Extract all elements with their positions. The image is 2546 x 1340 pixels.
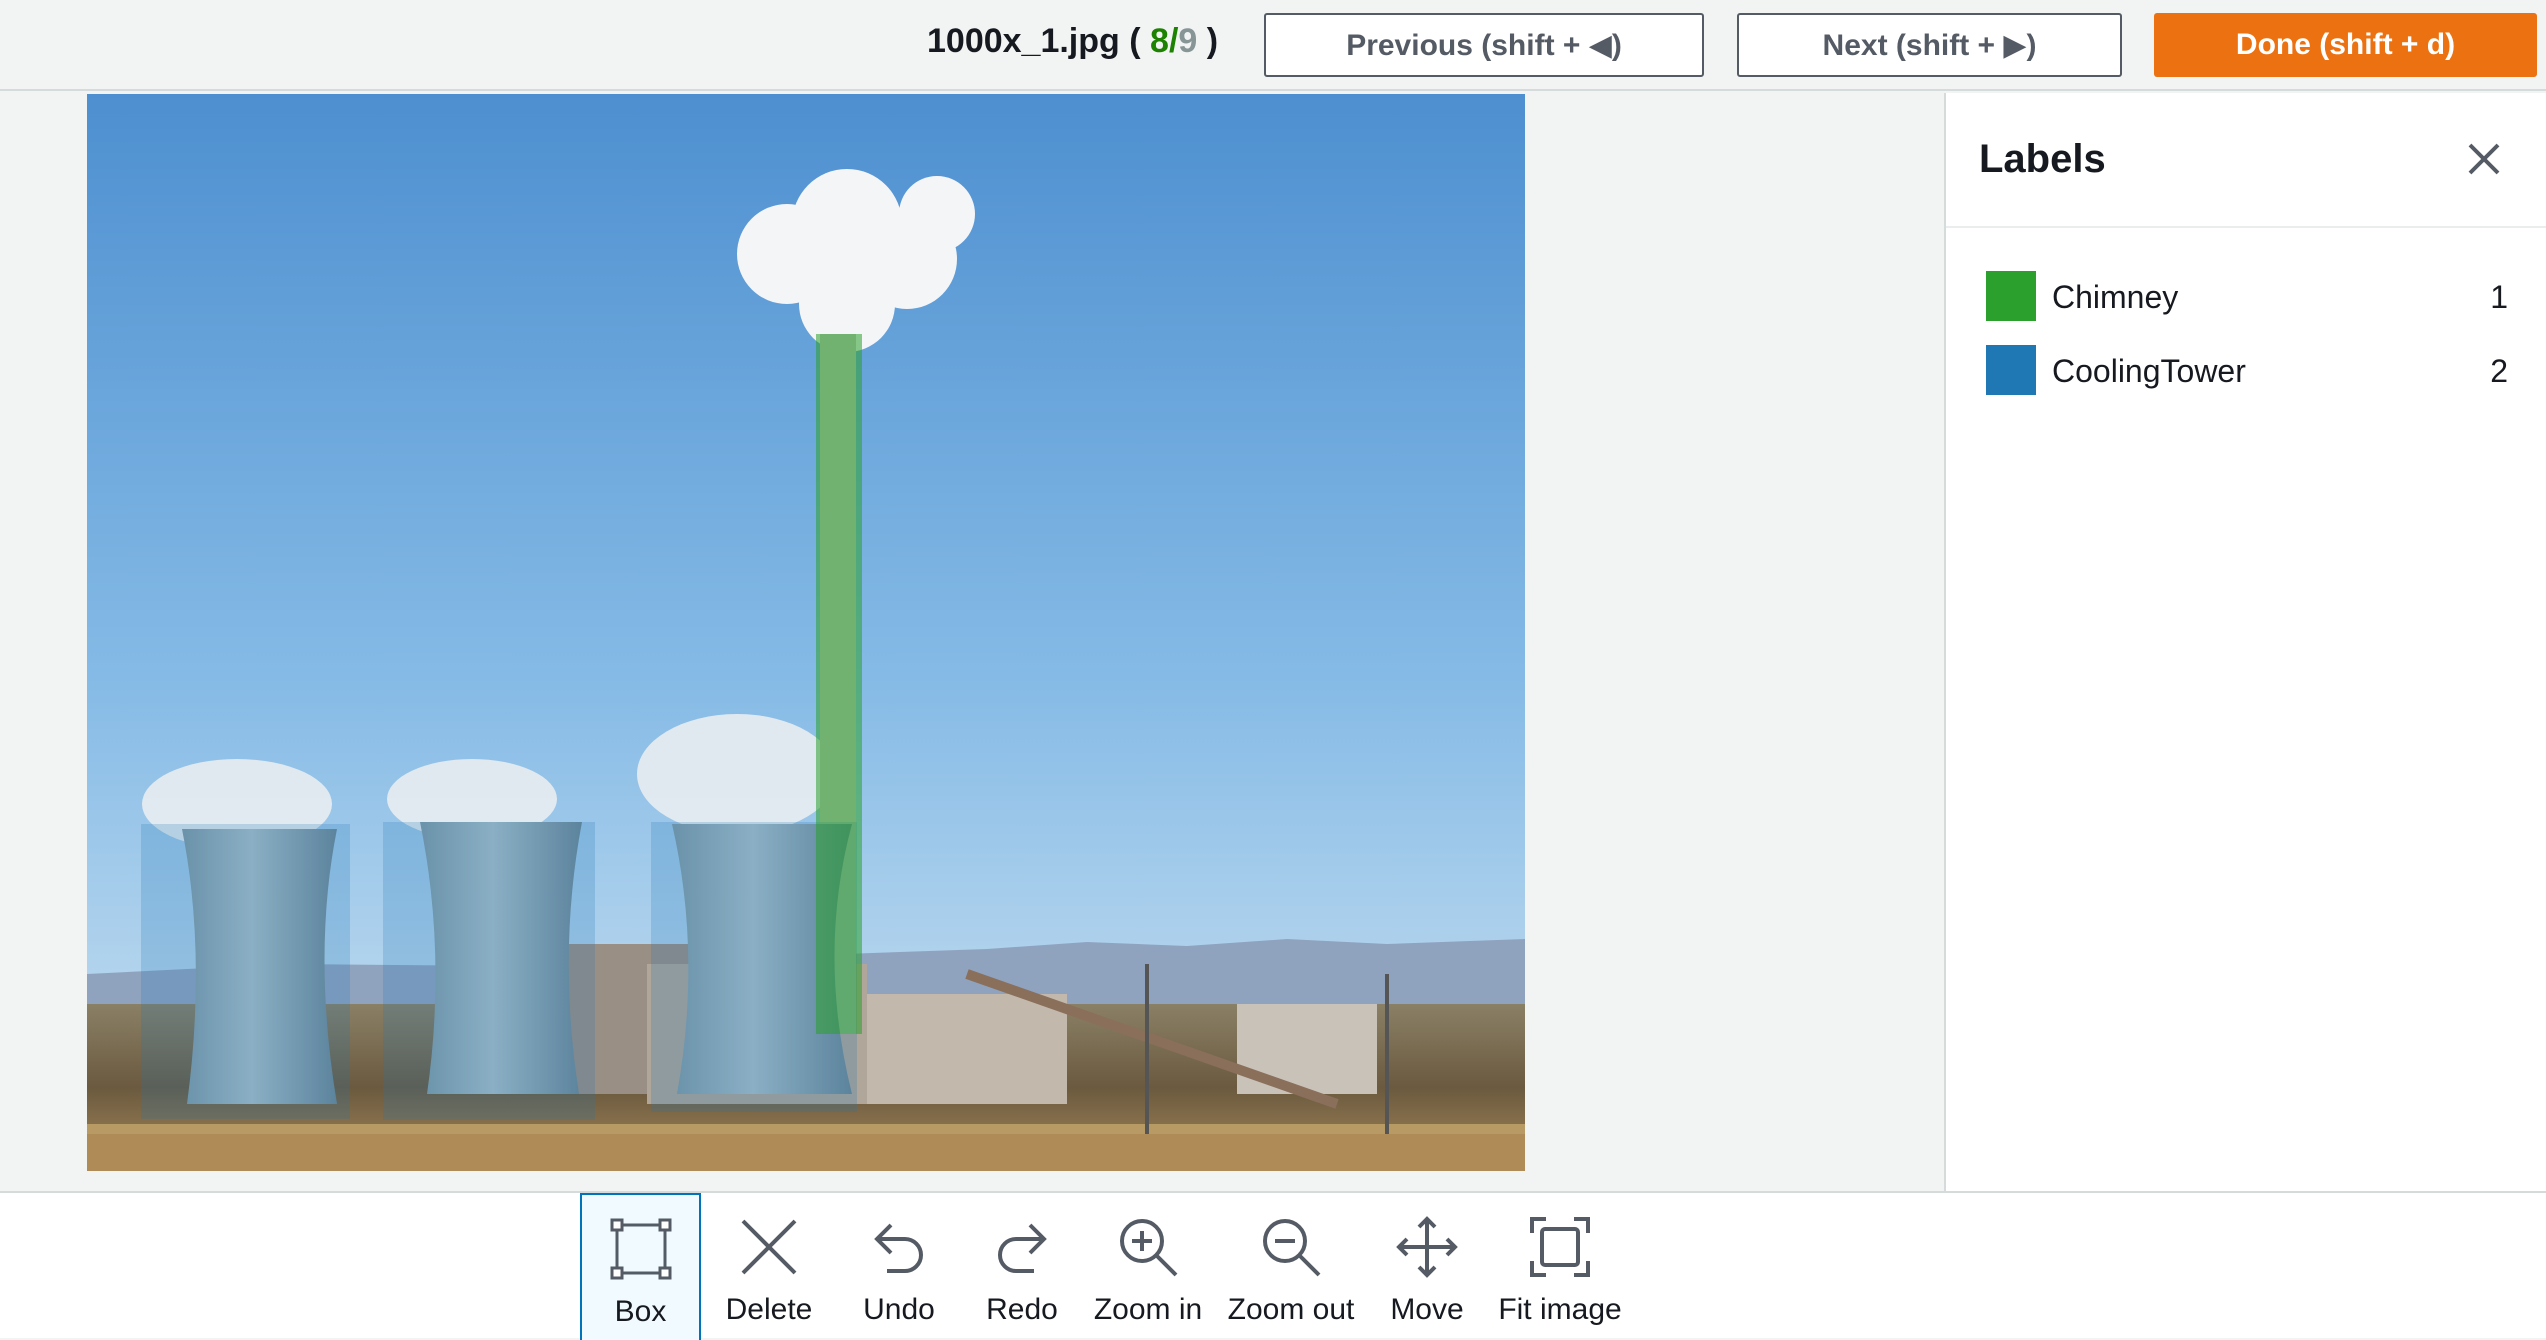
zoom-in-icon [1120, 1219, 1178, 1277]
paren-close: ) [1206, 22, 1219, 60]
fit-image-icon [1530, 1217, 1590, 1277]
current-index: 8 [1150, 22, 1169, 60]
zoom-out-tool-button[interactable]: Zoom out [1218, 1193, 1364, 1340]
undo-icon [874, 1223, 923, 1273]
fit-image-tool-button[interactable]: Fit image [1492, 1193, 1628, 1340]
power-plant-image[interactable] [87, 94, 1525, 1171]
tool-label: Zoom in [1093, 1293, 1203, 1326]
tool-label: Delete [725, 1293, 813, 1326]
done-button[interactable]: Done (shift + d) [2154, 13, 2537, 77]
labels-panel: Labels Chimney 1 CoolingTower 2 [1944, 93, 2546, 1191]
delete-tool-button[interactable]: Delete [705, 1193, 833, 1340]
label-name: Chimney [2052, 279, 2179, 315]
previous-button[interactable]: Previous (shift + ◀) [1264, 13, 1704, 77]
move-icon [1396, 1216, 1458, 1278]
zoom-in-tool-button[interactable]: Zoom in [1086, 1193, 1210, 1340]
redo-icon [998, 1223, 1047, 1273]
coolingtower-box-1[interactable] [141, 824, 350, 1119]
undo-tool-button[interactable]: Undo [840, 1193, 958, 1340]
tool-label: Zoom out [1227, 1293, 1355, 1326]
progress-slash: / [1168, 22, 1179, 60]
close-icon[interactable] [2462, 137, 2506, 181]
image-filename-progress: 1000x_1.jpg ( 8/9 ) [927, 22, 1218, 61]
total-count: 9 [1178, 22, 1198, 60]
label-color-swatch [1986, 271, 2036, 321]
move-tool-button[interactable]: Move [1370, 1193, 1484, 1340]
label-item-coolingtower[interactable]: CoolingTower 2 [1986, 345, 2508, 397]
paren-open: ( [1129, 22, 1141, 60]
box-tool-button[interactable]: Box [580, 1193, 701, 1340]
label-count: 1 [2490, 279, 2508, 315]
label-item-chimney[interactable]: Chimney 1 [1986, 271, 2508, 323]
tool-label: Redo [986, 1293, 1058, 1326]
redo-tool-button[interactable]: Redo [963, 1193, 1081, 1340]
label-count: 2 [2490, 353, 2508, 389]
tool-label: Fit image [1498, 1293, 1622, 1326]
next-button[interactable]: Next (shift + ▶) [1737, 13, 2122, 77]
labels-header: Labels [1946, 93, 2546, 228]
chimney-box[interactable] [816, 334, 862, 1034]
labels-title: Labels [1979, 137, 2106, 181]
label-color-swatch [1986, 345, 2036, 395]
tool-bar: Box Delete Undo Redo Zoom in Zoom out Mo… [0, 1191, 2546, 1340]
box-select-icon [610, 1218, 671, 1280]
filename: 1000x_1.jpg [927, 22, 1120, 60]
delete-x-icon [741, 1219, 797, 1275]
tool-label: Move [1390, 1293, 1464, 1326]
zoom-out-icon [1263, 1219, 1321, 1277]
tool-label: Undo [863, 1293, 935, 1326]
tool-label: Box [614, 1295, 667, 1328]
label-name: CoolingTower [2052, 353, 2246, 389]
top-bar: 1000x_1.jpg ( 8/9 ) Previous (shift + ◀)… [0, 0, 2546, 91]
coolingtower-box-2[interactable] [383, 822, 595, 1120]
